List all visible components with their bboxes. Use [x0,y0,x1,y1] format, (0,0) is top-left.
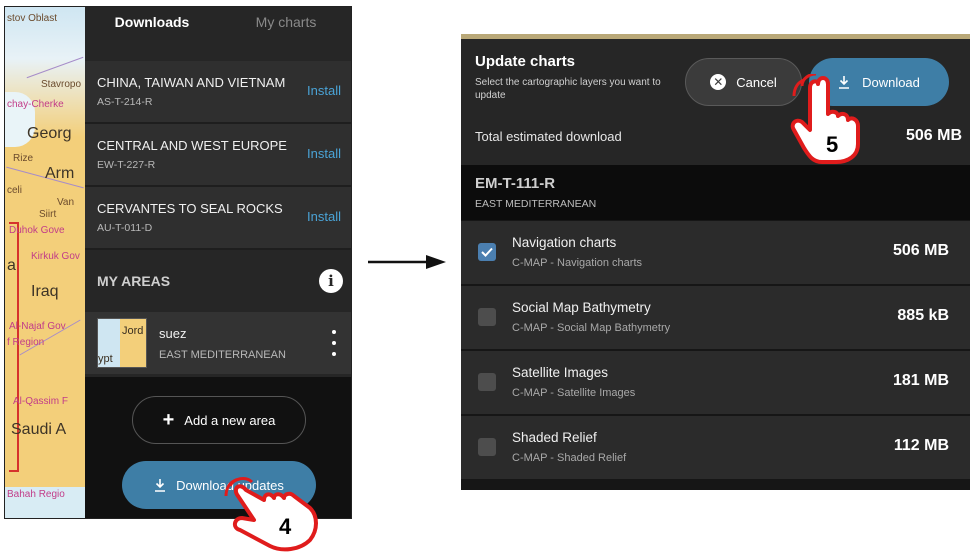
map-label: Iraq [31,283,59,300]
layer-row[interactable]: Satellite Images C-MAP - Satellite Image… [461,351,970,414]
plus-icon: + [162,409,175,431]
pack-region: EAST MEDITERRANEAN [475,198,597,210]
layer-name: Navigation charts [512,235,617,250]
download-row: CENTRAL AND WEST EUROPE EW-T-227-R Insta… [85,124,351,187]
layer-size: 506 MB [892,242,949,259]
right-screenshot: Update charts Select the cartographic la… [461,34,970,490]
map-label: Siirt [39,209,57,220]
map-label: celi [7,185,23,196]
map-label: a [7,257,16,274]
update-charts-header: Update charts Select the cartographic la… [461,39,970,165]
info-icon[interactable]: i [319,269,343,293]
layer-checkbox[interactable] [478,373,496,391]
add-area-button[interactable]: + Add a new area [132,396,306,444]
layer-size: 885 kB [897,307,949,324]
tab-my-charts[interactable]: My charts [219,7,351,30]
layer-name: Satellite Images [512,365,609,380]
install-button[interactable]: Install [307,146,341,161]
download-name: CENTRAL AND WEST EUROPE [97,138,287,153]
map-label: Georg [27,125,72,142]
thumb-label: ypt [98,353,113,365]
total-download-label: Total estimated download [475,129,622,144]
layer-row[interactable]: Social Map Bathymetry C-MAP - Social Map… [461,286,970,349]
download-code: AS-T-214-R [97,96,153,108]
add-area-label: Add a new area [184,412,276,428]
layer-row[interactable]: Navigation charts C-MAP - Navigation cha… [461,221,970,284]
area-row[interactable]: Jord ypt suez EAST MEDITERRANEAN [85,312,351,374]
chart-pack-header: EM-T-111-R EAST MEDITERRANEAN [461,165,970,220]
callout-number: 4 [279,514,292,539]
tab-bar: Downloads My charts [85,7,351,61]
map-strip: stov Oblast Stavropo chay-Cherke Georg R… [5,7,85,518]
layer-name: Social Map Bathymetry [512,300,651,315]
layer-size: 112 MB [893,437,949,454]
area-region: EAST MEDITERRANEAN [159,348,286,361]
map-label: Bahah Regio [7,489,65,500]
left-screenshot: stov Oblast Stavropo chay-Cherke Georg R… [4,6,352,519]
download-code: EW-T-227-R [97,159,156,171]
downloads-panel: Downloads My charts CHINA, TAIWAN AND VI… [85,7,351,518]
callout-number: 5 [826,132,839,157]
map-label: Arm [45,165,75,182]
download-name: CERVANTES TO SEAL ROCKS [97,201,283,216]
layer-source: C-MAP - Shaded Relief [512,452,627,464]
total-download-value: 506 MB [905,127,962,144]
page-subtitle: Select the cartographic layers you want … [475,77,661,101]
map-label: Kirkuk Gov [31,251,80,262]
layer-source: C-MAP - Social Map Bathymetry [512,322,671,334]
map-label: Rize [13,153,34,164]
map-label: Van [57,197,75,208]
map-label: Al-Qassim F [13,396,68,407]
area-thumbnail: Jord ypt [97,318,147,368]
kebab-icon[interactable] [331,330,337,356]
download-code: AU-T-011-D [97,222,153,234]
layer-checkbox[interactable] [478,438,496,456]
install-button[interactable]: Install [307,209,341,224]
pack-code: EM-T-111-R [475,175,556,192]
download-icon [155,479,166,492]
layer-size: 181 MB [892,372,949,389]
checkmark-icon [481,247,493,257]
map-label: Saudi A [11,421,67,438]
area-name: suez [159,325,187,341]
map-label: Duhok Gove [9,225,65,236]
layer-source: C-MAP - Navigation charts [512,257,643,269]
pointing-hand-icon [224,477,318,552]
install-button[interactable]: Install [307,83,341,98]
cancel-label: Cancel [736,74,777,90]
map-label: stov Oblast [7,13,58,24]
thumb-label: Jord [122,325,144,337]
layer-name: Shaded Relief [512,430,597,445]
map-label: f Region [7,337,45,348]
cancel-icon: ✕ [710,74,727,90]
area-info: suez EAST MEDITERRANEAN [159,326,286,361]
layer-source: C-MAP - Satellite Images [512,387,636,399]
layer-row[interactable]: Shaded Relief C-MAP - Shaded Relief 112 … [461,416,970,479]
my-areas-title: MY AREAS [97,273,171,289]
layer-checkbox[interactable] [478,308,496,326]
layer-checkbox[interactable] [478,243,496,261]
page-title: Update charts [475,53,576,70]
download-row: CERVANTES TO SEAL ROCKS AU-T-011-D Insta… [85,187,351,250]
arrow-right-icon [368,255,446,269]
map-label: Stavropo [41,79,82,90]
my-areas-header: MY AREAS i [85,250,351,312]
tab-downloads[interactable]: Downloads [85,7,219,30]
map-label: Al-Najaf Gov [9,321,66,332]
download-row: CHINA, TAIWAN AND VIETNAM AS-T-214-R Ins… [85,61,351,124]
map-label: chay-Cherke [7,99,64,110]
download-name: CHINA, TAIWAN AND VIETNAM [97,75,286,90]
